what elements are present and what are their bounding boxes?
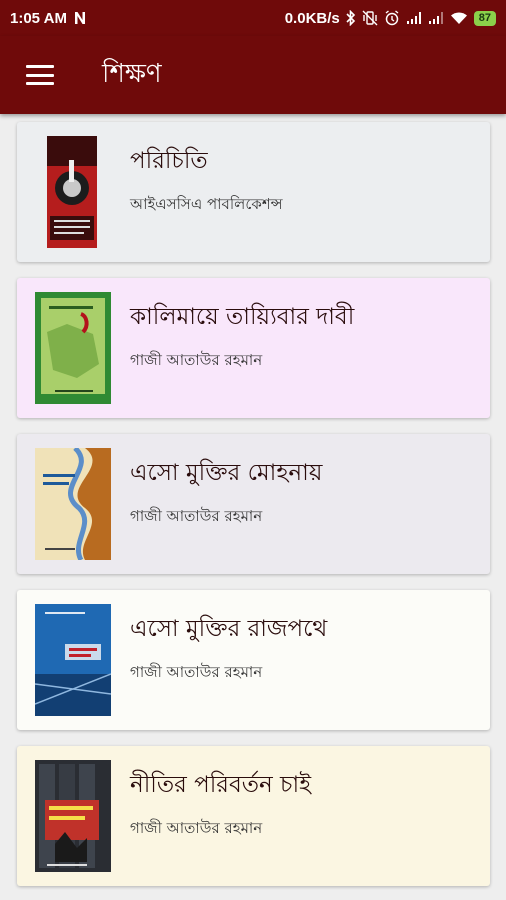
book-card[interactable]: পরিচিতি আইএসসিএ পাবলিকেশন্স <box>17 122 490 262</box>
book-card[interactable]: নীতির পরিবর্তন চাই গাজী আতাউর রহমান <box>17 746 490 886</box>
wifi-icon <box>450 11 468 25</box>
status-bar: 1:05 AM 0.0KB/s 87 <box>0 0 506 36</box>
book-author: গাজী আতাউর রহমান <box>130 507 263 525</box>
menu-icon[interactable] <box>26 65 54 85</box>
book-author: গাজী আতাউর রহমান <box>130 819 263 837</box>
notification-n-icon <box>73 11 87 25</box>
app-bar: শিক্ষণ <box>0 36 506 114</box>
vibrate-off-icon <box>362 10 378 26</box>
book-title: পরিচিতি <box>130 148 208 174</box>
book-title: এসো মুক্তির রাজপথে <box>130 616 328 642</box>
book-card[interactable]: এসো মুক্তির রাজপথে গাজী আতাউর রহমান <box>17 590 490 730</box>
book-list: পরিচিতি আইএসসিএ পাবলিকেশন্স কালিমায়ে তা… <box>0 114 506 886</box>
book-title: নীতির পরিবর্তন চাই <box>130 772 312 798</box>
signal-icon-1 <box>406 11 422 25</box>
status-time: 1:05 AM <box>10 9 67 27</box>
book-cover-image <box>35 292 111 404</box>
signal-icon-2 <box>428 11 444 25</box>
alarm-icon <box>384 10 400 26</box>
book-title: কালিমায়ে তায়্যিবার দাবী <box>130 304 355 330</box>
book-card[interactable]: এসো মুক্তির মোহনায় গাজী আতাউর রহমান <box>17 434 490 574</box>
book-cover-image <box>35 448 111 560</box>
bluetooth-icon <box>346 10 356 26</box>
battery-indicator: 87 <box>473 10 496 26</box>
page-title: শিক্ষণ <box>102 59 162 89</box>
book-title: এসো মুক্তির মোহনায় <box>130 460 323 486</box>
network-speed: 0.0KB/s <box>284 9 340 27</box>
book-cover-image <box>35 604 111 716</box>
book-cover-image <box>35 760 111 872</box>
book-author: গাজী আতাউর রহমান <box>130 351 263 369</box>
book-cover-image <box>35 136 111 248</box>
book-author: আইএসসিএ পাবলিকেশন্স <box>130 195 283 213</box>
book-author: গাজী আতাউর রহমান <box>130 663 263 681</box>
book-card[interactable]: কালিমায়ে তায়্যিবার দাবী গাজী আতাউর রহম… <box>17 278 490 418</box>
